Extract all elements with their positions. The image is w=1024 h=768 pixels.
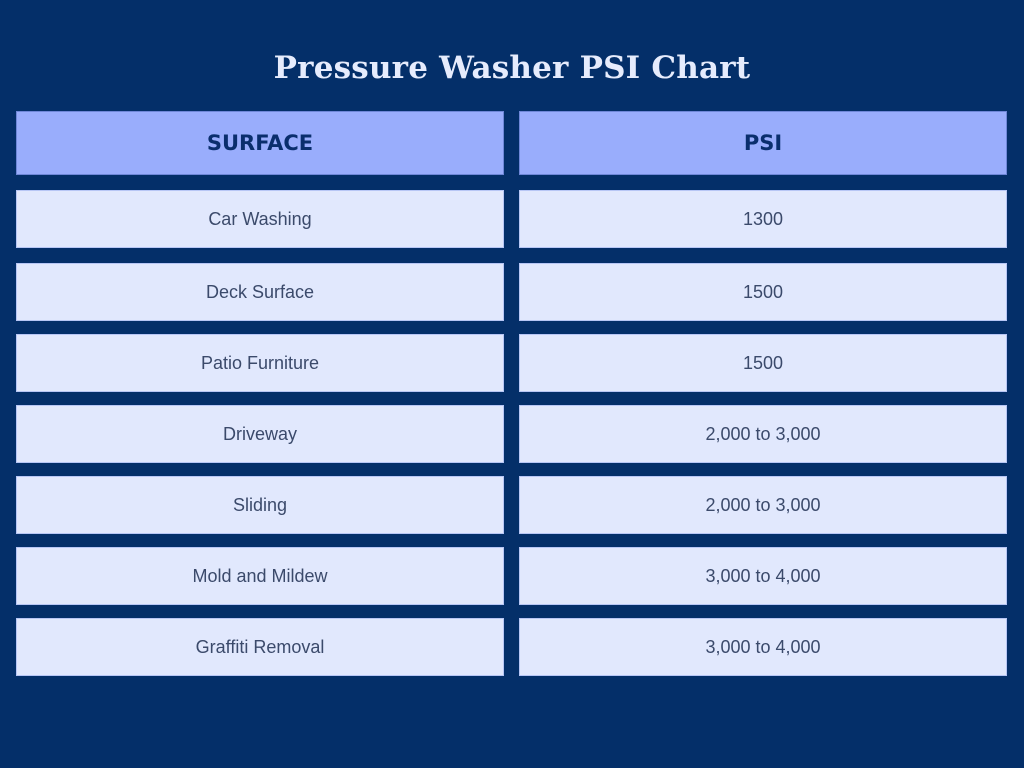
column-header-psi: PSI (519, 111, 1007, 175)
table-cell-psi: 1300 (519, 190, 1007, 248)
column-header-surface: SURFACE (16, 111, 504, 175)
table-cell-surface: Graffiti Removal (16, 618, 504, 676)
table-cell-psi: 1500 (519, 263, 1007, 321)
table-cell-psi: 1500 (519, 334, 1007, 392)
table-cell-surface: Driveway (16, 405, 504, 463)
table-cell-surface: Car Washing (16, 190, 504, 248)
table-cell-surface: Patio Furniture (16, 334, 504, 392)
table-cell-psi: 2,000 to 3,000 (519, 476, 1007, 534)
table-cell-psi: 2,000 to 3,000 (519, 405, 1007, 463)
table-cell-psi: 3,000 to 4,000 (519, 618, 1007, 676)
table-cell-surface: Mold and Mildew (16, 547, 504, 605)
table-cell-psi: 3,000 to 4,000 (519, 547, 1007, 605)
table-cell-surface: Sliding (16, 476, 504, 534)
table-cell-surface: Deck Surface (16, 263, 504, 321)
chart-title: Pressure Washer PSI Chart (273, 50, 751, 86)
